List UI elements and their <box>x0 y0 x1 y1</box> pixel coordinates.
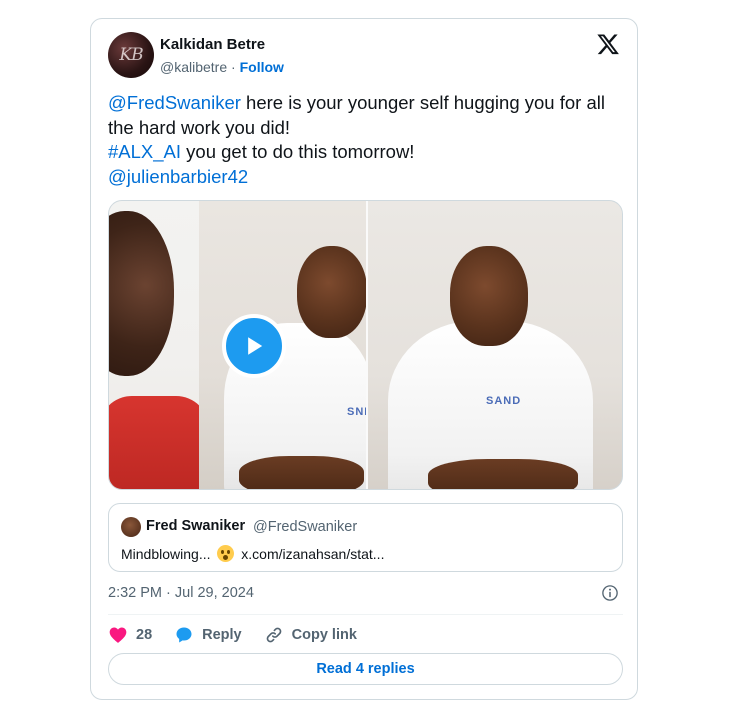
copy-link-label: Copy link <box>291 627 357 643</box>
video-media[interactable]: SND SAND <box>108 200 623 490</box>
author-handle[interactable]: @kalibetre <box>160 59 227 75</box>
author-avatar[interactable]: KB <box>108 32 154 78</box>
reply-button[interactable]: Reply <box>174 625 242 645</box>
hashtag-alx-ai[interactable]: #ALX_AI <box>108 141 181 162</box>
surprised-face-emoji <box>217 545 235 562</box>
tweet-card: KB Kalkidan Betre @kalibetre · Follow @F… <box>90 18 638 700</box>
like-count: 28 <box>136 627 153 643</box>
tweet-line-2: you get to do this tomorrow! <box>181 141 415 162</box>
read-replies-button[interactable]: Read 4 replies <box>108 653 623 685</box>
quoted-tweet[interactable]: Fred Swaniker @FredSwaniker Mindblowing.… <box>108 503 623 572</box>
link-icon <box>266 627 281 643</box>
author-handle-row: @kalibetre · Follow <box>160 59 284 75</box>
quoted-text: Mindblowing... x.com/izanahsan/stat... <box>121 545 384 562</box>
tweet-timestamp[interactable]: 2:32 PM · Jul 29, 2024 <box>108 585 254 601</box>
quoted-link[interactable]: x.com/izanahsan/stat... <box>241 546 384 562</box>
child-figure <box>109 211 174 376</box>
reply-label: Reply <box>202 627 242 643</box>
quoted-author-name: Fred Swaniker <box>146 518 246 534</box>
avatar-monogram: KB <box>119 45 143 65</box>
man-arms <box>239 456 364 489</box>
play-button[interactable] <box>222 314 286 378</box>
quoted-author-avatar <box>121 517 141 537</box>
red-shirt <box>109 396 209 489</box>
action-bar: 28 Reply Copy link <box>108 624 379 646</box>
tweet-text: @FredSwaniker here is your younger self … <box>108 91 623 189</box>
reply-bubble-icon <box>176 627 192 643</box>
media-frame-younger <box>109 201 209 489</box>
heart-icon <box>109 627 127 643</box>
copy-link-button[interactable]: Copy link <box>264 625 357 645</box>
quoted-text-body: Mindblowing... <box>121 546 211 562</box>
divider <box>108 614 623 615</box>
handle-separator: · <box>231 59 236 75</box>
play-icon <box>248 337 263 355</box>
shirt-logo-right: SAND <box>486 395 522 407</box>
author-name[interactable]: Kalkidan Betre <box>160 36 265 53</box>
man-head <box>297 246 367 338</box>
quoted-author-handle: @FredSwaniker <box>253 519 358 535</box>
mention-fredswaniker[interactable]: @FredSwaniker <box>108 92 241 113</box>
man-head <box>450 246 528 346</box>
follow-link[interactable]: Follow <box>240 59 284 75</box>
info-icon[interactable] <box>601 584 619 602</box>
media-frame-right: SAND <box>368 201 622 489</box>
man-arms <box>428 459 578 489</box>
like-button[interactable]: 28 <box>108 625 152 645</box>
mention-julienbarbier42[interactable]: @julienbarbier42 <box>108 166 248 187</box>
x-logo-icon[interactable] <box>597 33 619 55</box>
